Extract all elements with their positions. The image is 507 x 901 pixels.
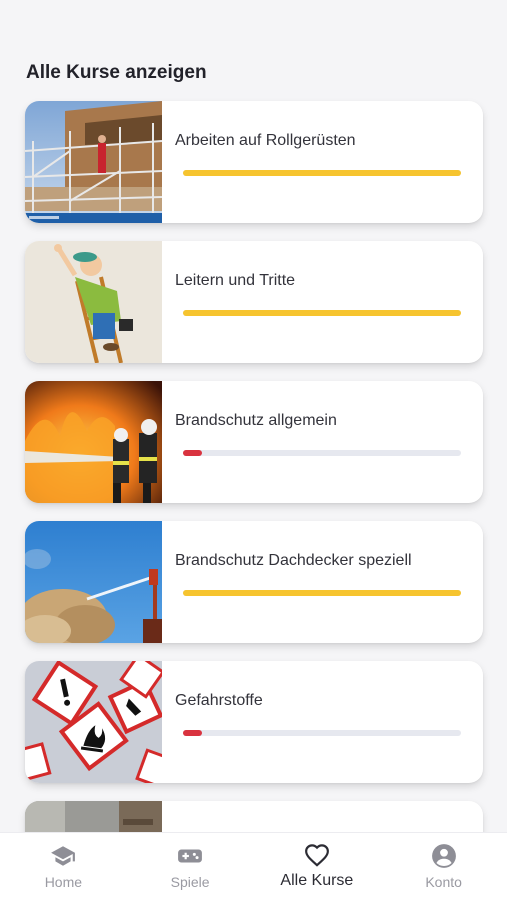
course-progress-bar [183, 730, 461, 736]
course-progress-bar [183, 310, 461, 316]
course-title: Arbeiten auf Rollgerüsten [175, 132, 356, 149]
gamepad-icon [178, 849, 203, 863]
nav-label-all-courses: Alle Kurse [280, 872, 354, 889]
course-card[interactable]: Gefahrstoffe [25, 661, 483, 783]
nav-label-account: Konto [425, 874, 462, 890]
course-title: Gefahrstoffe [175, 692, 263, 709]
nav-item-games[interactable]: Spiele [127, 833, 254, 901]
course-progress-bar [183, 170, 461, 176]
page-title: Alle Kurse anzeigen [26, 62, 207, 83]
course-progress-bar [183, 590, 461, 596]
nav-item-all-courses[interactable]: Alle Kurse [254, 833, 381, 901]
course-progress-fill [183, 170, 461, 176]
account-icon [431, 844, 456, 868]
course-card[interactable]: Brandschutz Dachdecker speziell [25, 521, 483, 643]
course-title: Brandschutz Dachdecker speziell [175, 552, 412, 569]
nav-label-games: Spiele [170, 874, 210, 890]
course-card[interactable]: Arbeiten auf Rollgerüsten [25, 101, 483, 223]
course-thumbnail-firefighters [25, 381, 162, 503]
course-list: Arbeiten auf Rollgerüsten Leitern und Tr… [25, 101, 483, 861]
nav-item-account[interactable]: Konto [380, 833, 507, 901]
course-thumbnail-scaffolding [25, 101, 162, 223]
nav-item-home[interactable]: Home [0, 833, 127, 901]
course-thumbnail-hazard-symbols [25, 661, 162, 783]
course-progress-fill [183, 450, 203, 456]
course-card[interactable]: Brandschutz allgemein [25, 381, 483, 503]
course-progress-fill [183, 730, 203, 736]
bottom-navigation: Home Spiele Alle Kurse Konto [0, 832, 507, 901]
course-thumbnail-fire-hose [25, 521, 162, 643]
heart-icon [304, 844, 329, 867]
graduation-cap-icon [51, 846, 76, 866]
course-progress-bar [183, 450, 461, 456]
course-progress-fill [183, 310, 461, 316]
nav-label-home: Home [44, 874, 83, 890]
course-title: Brandschutz allgemein [175, 412, 337, 429]
course-title: Leitern und Tritte [175, 272, 296, 289]
course-card[interactable]: Leitern und Tritte [25, 241, 483, 363]
course-thumbnail-ladder [25, 241, 162, 363]
course-progress-fill [183, 590, 461, 596]
